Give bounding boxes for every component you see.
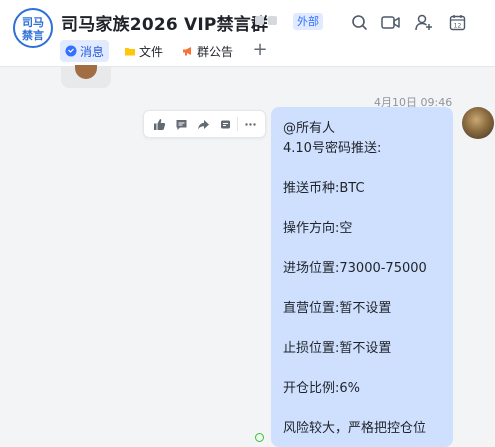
sticker-image bbox=[75, 65, 97, 79]
toolbar-divider bbox=[237, 117, 239, 131]
megaphone-icon bbox=[182, 45, 194, 57]
message-line: 4.10号密码推送: bbox=[283, 141, 382, 156]
group-avatar-text-bottom: 禁言 bbox=[22, 29, 44, 42]
message-spacer bbox=[283, 359, 443, 379]
tab-files[interactable]: 文件 bbox=[119, 40, 168, 62]
message-line: 操作方向:空 bbox=[283, 221, 353, 236]
message-spacer bbox=[283, 319, 443, 339]
message-line: 止损位置:暂不设置 bbox=[283, 341, 392, 356]
forward-icon[interactable] bbox=[192, 113, 214, 135]
video-call-icon[interactable] bbox=[380, 12, 400, 32]
thumbs-up-icon[interactable] bbox=[148, 113, 170, 135]
group-avatar[interactable]: 司马 禁言 bbox=[13, 8, 53, 48]
tab-announcements[interactable]: 群公告 bbox=[177, 40, 238, 62]
add-member-icon[interactable] bbox=[414, 12, 434, 32]
sticker-message[interactable] bbox=[61, 65, 111, 88]
message-line: 风险较大，严格把控仓位 bbox=[283, 421, 427, 436]
pin-icon[interactable] bbox=[214, 113, 236, 135]
message-spacer bbox=[283, 279, 443, 299]
group-avatar-text-top: 司马 bbox=[22, 16, 44, 29]
tab-files-label: 文件 bbox=[139, 44, 164, 59]
chat-header: 司马 禁言 司马家族2026 VIP禁言群 外部 12 消息 文件 群公告 + bbox=[0, 0, 495, 67]
message-line: 开仓比例:6% bbox=[283, 381, 361, 396]
tab-messages-label: 消息 bbox=[80, 44, 105, 59]
folder-icon bbox=[124, 45, 136, 57]
tab-announcements-label: 群公告 bbox=[197, 44, 234, 59]
calendar-icon[interactable]: 12 bbox=[447, 12, 467, 32]
message-spacer bbox=[283, 159, 443, 179]
tab-messages[interactable]: 消息 bbox=[60, 40, 110, 62]
message-spacer bbox=[283, 199, 443, 219]
message-bubble[interactable]: @所有人 4.10号密码推送: 推送币种:BTC 操作方向:空进场位置:73000-7… bbox=[271, 107, 453, 447]
chat-bubble-icon bbox=[65, 45, 77, 57]
message-spacer bbox=[283, 399, 443, 419]
chat-area: 4月10日 09:46 @所有人 4.10号密码推送: 推送币种:BTC 操作方向:空… bbox=[0, 65, 495, 447]
message-line: @所有人 bbox=[283, 121, 336, 136]
message-line: 直营位置:暂不设置 bbox=[283, 301, 392, 316]
search-icon[interactable] bbox=[349, 12, 369, 32]
more-icon[interactable] bbox=[239, 113, 261, 135]
external-tag: 外部 bbox=[293, 13, 323, 30]
add-tab-button[interactable]: + bbox=[251, 40, 269, 62]
calendar-day: 12 bbox=[453, 22, 461, 29]
group-title[interactable]: 司马家族2026 VIP禁言群 bbox=[61, 10, 268, 35]
reply-comment-icon[interactable] bbox=[170, 113, 192, 135]
message-spacer bbox=[283, 239, 443, 259]
sender-avatar[interactable] bbox=[462, 107, 494, 139]
message-line: 进场位置:73000-75000 bbox=[283, 261, 427, 276]
redacted-block bbox=[268, 16, 277, 25]
message-line: 推送币种:BTC bbox=[283, 181, 365, 196]
redacted-block bbox=[255, 16, 264, 25]
message-action-toolbar bbox=[143, 110, 266, 138]
